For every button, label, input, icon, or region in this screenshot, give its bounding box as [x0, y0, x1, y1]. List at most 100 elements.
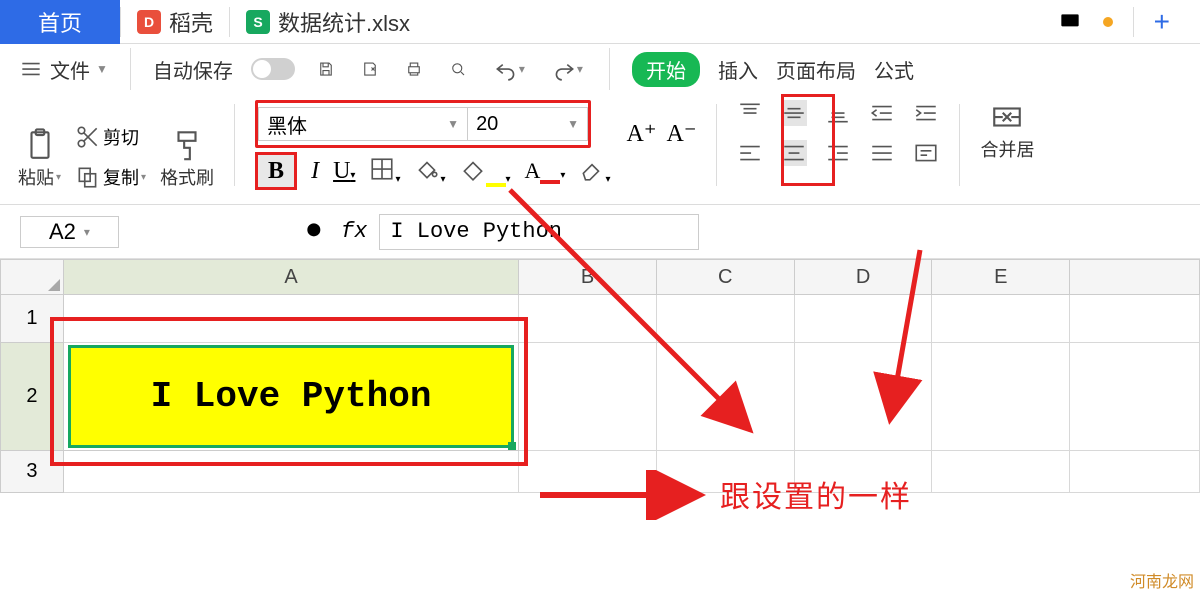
cell-d2[interactable] [795, 343, 933, 451]
align-top-icon[interactable] [737, 100, 763, 126]
col-header-a[interactable]: A [64, 259, 519, 295]
align-left-icon[interactable] [737, 140, 763, 166]
row-2: 2 I Love Python [0, 343, 1200, 451]
fill-icon [414, 156, 440, 182]
ribbon-tab-layout[interactable]: 页面布局 [776, 55, 856, 84]
cell-e1[interactable] [932, 295, 1070, 343]
fill-color-button[interactable]: ▾ [414, 156, 445, 187]
col-header-e[interactable]: E [932, 259, 1070, 295]
title-tabs: 首页 D 稻壳 S 数据统计.xlsx + [0, 0, 1200, 44]
save-icon[interactable] [313, 56, 339, 82]
eraser-icon [579, 156, 605, 182]
col-header-c[interactable]: C [657, 259, 795, 295]
cell-e3[interactable] [932, 451, 1070, 493]
chevron-down-icon: ▼ [567, 117, 579, 131]
paste-icon[interactable] [23, 128, 57, 162]
italic-button[interactable]: I [311, 158, 319, 185]
decrease-indent-icon[interactable] [869, 100, 895, 126]
increase-indent-icon[interactable] [913, 100, 939, 126]
cell-a2[interactable]: I Love Python [64, 343, 519, 451]
font-scale-group: A⁺ A⁻ [626, 100, 696, 148]
copy-button[interactable]: 复制▾ [75, 164, 146, 190]
alignment-group [737, 100, 939, 190]
cut-button[interactable]: 剪切 [75, 124, 146, 150]
cell-e2[interactable] [932, 343, 1070, 451]
tab-docer[interactable]: D 稻壳 [121, 0, 229, 44]
autosave-toggle[interactable] [251, 58, 295, 80]
redo-button[interactable]: ▾ [547, 52, 587, 86]
cell-b3[interactable] [519, 451, 657, 493]
col-header-d[interactable]: D [795, 259, 933, 295]
cell-a2-content: I Love Python [68, 345, 514, 448]
tab-docer-label: 稻壳 [169, 6, 213, 38]
cell-c2[interactable] [657, 343, 795, 451]
new-tab-button[interactable]: + [1154, 6, 1170, 38]
ribbon-tab-start[interactable]: 开始 [632, 52, 700, 87]
chevron-down-icon: ▼ [447, 117, 459, 131]
tab-file[interactable]: S 数据统计.xlsx [230, 0, 426, 44]
decrease-font-button[interactable]: A⁻ [666, 119, 696, 148]
cell-reference-box[interactable]: A2▾ [20, 216, 119, 248]
undo-icon [493, 56, 519, 82]
cell-d1[interactable] [795, 295, 933, 343]
font-size-select[interactable]: 20▼ [468, 107, 588, 141]
copy-icon [75, 164, 101, 190]
format-painter-label[interactable]: 格式刷 [160, 164, 214, 190]
paint-bucket-icon [460, 156, 486, 182]
cell-c1[interactable] [657, 295, 795, 343]
merge-group: 合并居 [980, 100, 1034, 190]
font-name-select[interactable]: 黑体▼ [258, 107, 468, 141]
screen-icon[interactable] [1057, 9, 1083, 35]
cell-f2[interactable] [1070, 343, 1200, 451]
redo-icon [551, 56, 577, 82]
fx-label[interactable]: fx [341, 219, 367, 244]
font-group: 黑体▼ 20▼ B I U▾ ▾ ▾ ▾ A▾ ▾ [255, 100, 610, 190]
wrap-text-icon[interactable] [913, 140, 939, 166]
cell-f3[interactable] [1070, 451, 1200, 493]
align-bottom-icon[interactable] [825, 100, 851, 126]
underline-button[interactable]: U▾ [333, 158, 355, 185]
merge-cells-icon[interactable] [990, 100, 1024, 134]
cell-f1[interactable] [1070, 295, 1200, 343]
annotation-text: 跟设置的一样 [720, 472, 912, 516]
highlight-button[interactable]: ▾ [460, 156, 511, 187]
tab-home[interactable]: 首页 [0, 0, 120, 44]
file-menu[interactable]: 文件 ▼ [18, 55, 108, 84]
ribbon-tab-insert[interactable]: 插入 [718, 55, 758, 84]
ribbon-tab-formula[interactable]: 公式 [874, 55, 914, 84]
chevron-down-icon: ▾ [84, 225, 90, 239]
borders-button[interactable]: ▾ [369, 156, 400, 187]
increase-font-button[interactable]: A⁺ [626, 119, 656, 148]
align-middle-icon[interactable] [781, 100, 807, 126]
preview-icon[interactable] [445, 56, 471, 82]
justify-icon[interactable] [869, 140, 895, 166]
col-header-blank[interactable] [1070, 259, 1200, 295]
merge-label[interactable]: 合并居 [980, 136, 1034, 162]
align-center-icon[interactable] [781, 140, 807, 166]
cell-b1[interactable] [519, 295, 657, 343]
chevron-down-icon: ▼ [96, 62, 108, 76]
save-as-icon[interactable] [357, 56, 383, 82]
hamburger-icon [18, 56, 44, 82]
print-icon[interactable] [401, 56, 427, 82]
cell-b2[interactable] [519, 343, 657, 451]
clipboard-group: 粘贴▾ 剪切 复制▾ 格式刷 [18, 100, 214, 190]
spreadsheet-grid: A B C D E 1 2 I Love Python 3 [0, 259, 1200, 493]
select-all-corner[interactable] [0, 259, 64, 295]
eraser-button[interactable]: ▾ [579, 156, 610, 187]
bold-button[interactable]: B [255, 152, 297, 190]
watermark: 河南龙网 [1130, 568, 1194, 592]
align-right-icon[interactable] [825, 140, 851, 166]
col-header-b[interactable]: B [519, 259, 657, 295]
formula-input[interactable]: I Love Python [379, 214, 699, 250]
scissors-icon [75, 124, 101, 150]
tab-file-label: 数据统计.xlsx [278, 6, 410, 38]
font-color-button[interactable]: A▾ [525, 158, 566, 184]
search-fx-icon[interactable] [303, 219, 329, 245]
undo-button[interactable]: ▾ [489, 52, 529, 86]
unsaved-indicator-icon [1103, 17, 1113, 27]
file-menu-label: 文件 [50, 55, 90, 84]
font-selector-highlight: 黑体▼ 20▼ [255, 100, 591, 148]
paste-label[interactable]: 粘贴▾ [18, 164, 61, 190]
format-painter-icon[interactable] [170, 128, 204, 162]
